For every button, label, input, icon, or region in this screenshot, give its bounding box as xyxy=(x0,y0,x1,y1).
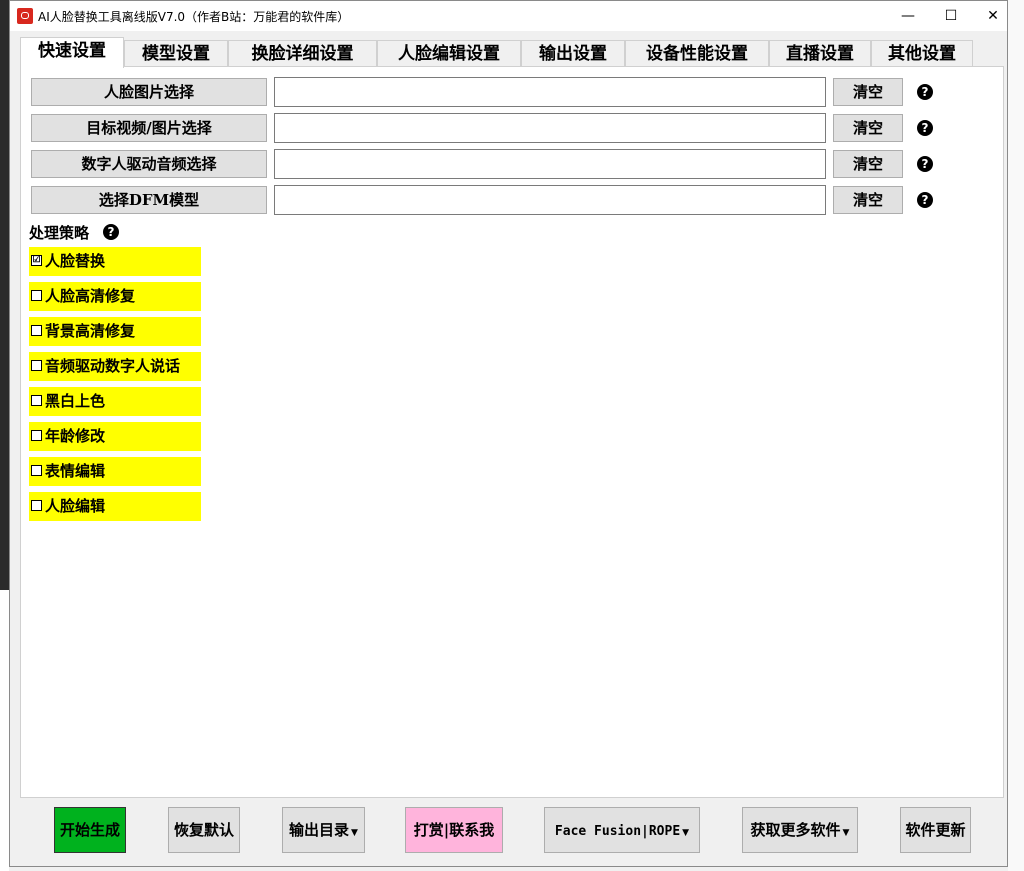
option-colorize[interactable]: 黑白上色 xyxy=(29,387,201,416)
quick-settings-panel: 人脸图片选择 清空 ? 目标视频/图片选择 清空 ? 数字人驱动音频选择 清空 … xyxy=(20,66,1004,798)
tab-live-settings[interactable]: 直播设置 xyxy=(769,40,871,67)
engine-label: Face Fusion|ROPE xyxy=(554,824,681,839)
checkbox-icon[interactable] xyxy=(31,394,42,406)
output-dir-button[interactable]: 输出目录 ▼ xyxy=(282,807,365,853)
checkbox-checked-icon[interactable]: ☑ xyxy=(31,254,42,266)
help-icon[interactable]: ? xyxy=(103,224,119,240)
tab-model-settings[interactable]: 模型设置 xyxy=(124,40,228,67)
option-audio-driven-talking[interactable]: 音频驱动数字人说话 xyxy=(29,352,201,381)
audio-path-input[interactable] xyxy=(274,149,826,179)
option-face-swap[interactable]: ☑ 人脸替换 xyxy=(29,247,201,276)
target-video-clear-button[interactable]: 清空 xyxy=(833,114,903,142)
tab-face-edit-settings[interactable]: 人脸编辑设置 xyxy=(377,40,521,67)
option-background-enhance[interactable]: 背景高清修复 xyxy=(29,317,201,346)
dfm-model-select-button[interactable]: 选择DFM模型 xyxy=(31,186,267,214)
option-label: 黑白上色 xyxy=(45,392,106,410)
dfm-model-clear-button[interactable]: 清空 xyxy=(833,186,903,214)
checkbox-icon[interactable] xyxy=(31,429,42,441)
target-video-select-button[interactable]: 目标视频/图片选择 xyxy=(31,114,267,142)
option-label: 年龄修改 xyxy=(45,427,106,445)
title-bar: AI人脸替换工具离线版V7.0（作者B站：万能君的软件库） — ☐ ✕ xyxy=(10,1,1007,31)
option-label: 人脸编辑 xyxy=(45,497,106,515)
close-button[interactable]: ✕ xyxy=(970,1,1016,31)
tab-output-settings[interactable]: 输出设置 xyxy=(521,40,625,67)
strategy-label: 处理策略 xyxy=(29,222,89,243)
minimize-button[interactable]: — xyxy=(885,1,931,31)
audio-clear-button[interactable]: 清空 xyxy=(833,150,903,178)
background-window-edge xyxy=(0,0,9,871)
checkbox-icon[interactable] xyxy=(31,359,42,371)
option-face-edit[interactable]: 人脸编辑 xyxy=(29,492,201,521)
output-dir-label: 输出目录 xyxy=(289,821,350,839)
face-image-path-input[interactable] xyxy=(274,77,826,107)
face-image-select-button[interactable]: 人脸图片选择 xyxy=(31,78,267,106)
option-face-enhance[interactable]: 人脸高清修复 xyxy=(29,282,201,311)
donate-contact-button[interactable]: 打赏|联系我 xyxy=(405,807,503,853)
tab-quick-settings[interactable]: 快速设置 xyxy=(20,37,124,68)
option-label: 表情编辑 xyxy=(45,462,106,480)
tab-face-swap-detail[interactable]: 换脸详细设置 xyxy=(228,40,377,67)
background-window-right xyxy=(1008,0,1024,871)
option-expression-edit[interactable]: 表情编辑 xyxy=(29,457,201,486)
help-icon[interactable]: ? xyxy=(917,192,933,208)
help-icon[interactable]: ? xyxy=(917,120,933,136)
app-icon xyxy=(17,8,33,24)
option-label: 人脸替换 xyxy=(45,252,106,270)
more-software-button[interactable]: 获取更多软件 ▼ xyxy=(742,807,858,853)
help-icon[interactable]: ? xyxy=(917,156,933,172)
software-update-button[interactable]: 软件更新 xyxy=(900,807,971,853)
strategy-label-text: 处理策略 xyxy=(29,224,90,242)
checkbox-icon[interactable] xyxy=(31,324,42,336)
restore-default-button[interactable]: 恢复默认 xyxy=(168,807,240,853)
option-label: 音频驱动数字人说话 xyxy=(45,357,181,375)
dfm-model-path-input[interactable] xyxy=(274,185,826,215)
start-generate-button[interactable]: 开始生成 xyxy=(54,807,126,853)
checkbox-icon[interactable] xyxy=(31,499,42,511)
option-label: 人脸高清修复 xyxy=(45,287,136,305)
option-age-edit[interactable]: 年龄修改 xyxy=(29,422,201,451)
audio-select-button[interactable]: 数字人驱动音频选择 xyxy=(31,150,267,178)
dropdown-caret-icon: ▼ xyxy=(842,828,850,838)
face-image-clear-button[interactable]: 清空 xyxy=(833,78,903,106)
main-window: AI人脸替换工具离线版V7.0（作者B站：万能君的软件库） — ☐ ✕ 快速设置… xyxy=(9,0,1008,867)
more-software-label: 获取更多软件 xyxy=(750,821,841,839)
maximize-button[interactable]: ☐ xyxy=(928,1,974,31)
tab-other-settings[interactable]: 其他设置 xyxy=(871,40,973,67)
option-label: 背景高清修复 xyxy=(45,322,136,340)
checkbox-icon[interactable] xyxy=(31,464,42,476)
tab-device-performance[interactable]: 设备性能设置 xyxy=(625,40,769,67)
dropdown-caret-icon: ▼ xyxy=(351,828,358,838)
dropdown-caret-icon: ▼ xyxy=(682,828,690,838)
engine-select-button[interactable]: Face Fusion|ROPE ▼ xyxy=(544,807,700,853)
target-video-path-input[interactable] xyxy=(274,113,826,143)
window-title: AI人脸替换工具离线版V7.0（作者B站：万能君的软件库） xyxy=(38,10,350,24)
checkbox-icon[interactable] xyxy=(31,289,42,301)
help-icon[interactable]: ? xyxy=(917,84,933,100)
